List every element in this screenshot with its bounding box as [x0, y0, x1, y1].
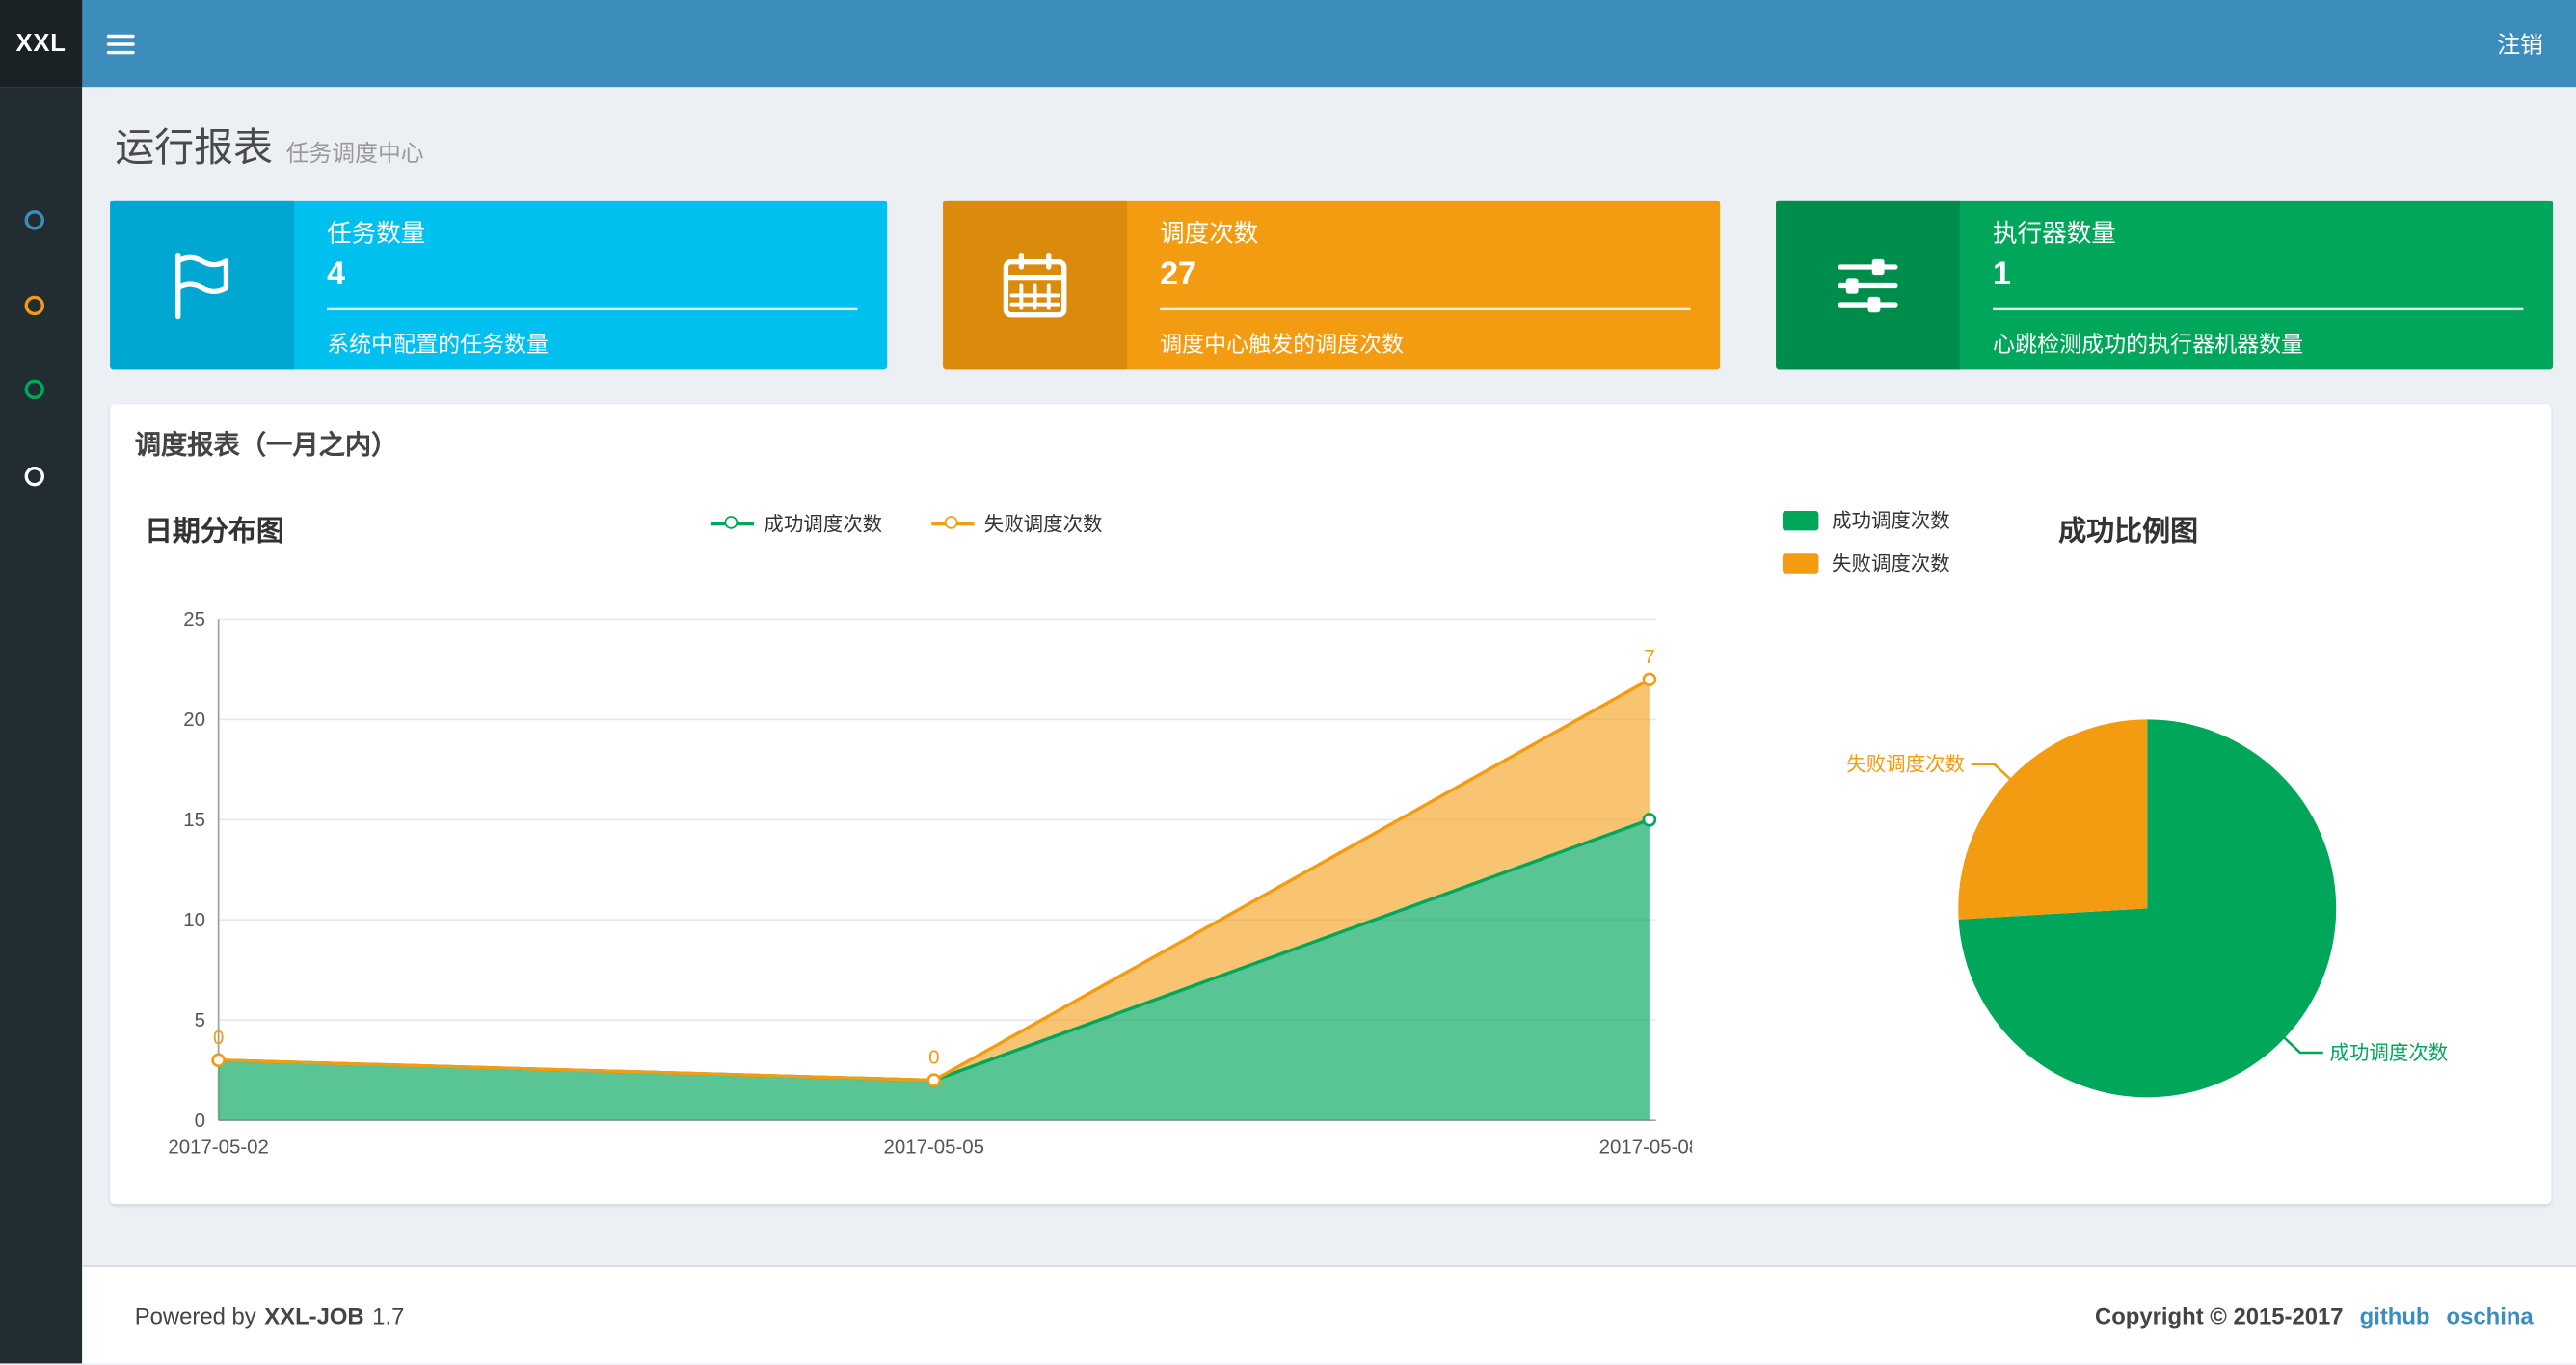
success-ratio-pie-chart: 成功调度次数 失败调度次数	[1846, 719, 2449, 1098]
info-box-description: 调度中心触发的调度次数	[1160, 332, 1405, 357]
legend-label: 失败调度次数	[983, 512, 1103, 536]
sidebar-menu-item-3-circle-icon[interactable]	[24, 379, 45, 400]
legend-item[interactable]: 失败调度次数	[931, 509, 1102, 537]
date-distribution-chart: 05101520252017-05-02 2017-05-05 2017-05-08…	[168, 608, 1693, 1158]
legend-label: 成功调度次数	[1832, 509, 1950, 533]
fail-point	[926, 1073, 942, 1087]
page-subtitle: 任务调度中心	[285, 139, 424, 167]
point-label: 0	[213, 1027, 224, 1049]
info-box-divider	[1160, 307, 1691, 311]
footer: Powered by XXL-JOB 1.7 Copyright © 2015-…	[82, 1265, 2576, 1365]
y-tick-label: 25	[183, 608, 205, 630]
info-box-value: 1	[1993, 255, 2012, 293]
pie-chart-title: 成功比例图	[2058, 516, 2199, 548]
line-chart-legend: 成功调度次数 失败调度次数	[711, 509, 1102, 537]
legend-line-marker-icon	[711, 514, 755, 533]
pie-slice-label: 失败调度次数	[1846, 754, 1965, 776]
point-label: 0	[928, 1047, 939, 1069]
legend-label: 成功调度次数	[764, 512, 883, 536]
sidebar-menu-item-4-circle-icon[interactable]	[24, 466, 45, 487]
footer-powered-by: Powered by XXL-JOB 1.7	[135, 1267, 405, 1365]
logout-button[interactable]: 注销	[2464, 0, 2576, 87]
hamburger-icon	[105, 33, 134, 38]
fail-point	[1642, 672, 1657, 687]
sliders-icon	[1776, 200, 1960, 370]
pie-label-line	[1971, 763, 2011, 780]
github-link[interactable]: github	[2360, 1302, 2430, 1328]
sidebar-menu-item-2-circle-icon[interactable]	[24, 294, 45, 315]
pie-label-line	[2283, 1036, 2323, 1055]
footer-copyright: Copyright © 2015-2017 github oschina	[2095, 1267, 2534, 1365]
x-tick-label: 2017-05-08	[1599, 1136, 1693, 1158]
success-point	[1642, 813, 1657, 827]
product-version: 1.7	[372, 1302, 405, 1329]
flag-icon	[110, 200, 295, 370]
info-box-executor-count: 执行器数量 1 心跳检测成功的执行器机器数量	[1776, 200, 2554, 370]
product-name: XXL-JOB	[264, 1302, 364, 1329]
info-box-divider	[1993, 307, 2524, 311]
info-box-description: 系统中配置的任务数量	[327, 332, 550, 357]
legend-item[interactable]: 成功调度次数	[711, 509, 882, 537]
legend-swatch-icon	[1782, 552, 1819, 573]
info-box-description: 心跳检测成功的执行器机器数量	[1993, 332, 2304, 357]
info-box-label: 调度次数	[1160, 220, 1259, 249]
info-box-trigger-count: 调度次数 27 调度中心触发的调度次数	[943, 200, 1721, 370]
info-box-label: 执行器数量	[1993, 220, 2116, 249]
legend-label: 失败调度次数	[1832, 551, 1950, 575]
sidebar-toggle-button[interactable]	[82, 0, 157, 87]
info-box-divider	[327, 307, 858, 311]
top-navbar: XXL 注销	[0, 0, 2576, 88]
y-tick-label: 0	[195, 1110, 205, 1132]
info-box-task-count: 任务数量 4 系统中配置的任务数量	[110, 200, 888, 370]
page-title-text: 运行报表	[115, 126, 273, 172]
powered-by-text: Powered by	[134, 1302, 256, 1329]
y-tick-label: 15	[183, 809, 205, 831]
legend-item[interactable]: 成功调度次数	[1782, 506, 1950, 534]
app-logo-text: XXL	[15, 29, 67, 58]
sidebar	[0, 87, 83, 1364]
panel-title: 调度报表（一月之内）	[134, 432, 398, 461]
y-tick-label: 10	[183, 909, 205, 931]
pie-slice	[1958, 719, 2148, 920]
calendar-icon	[943, 200, 1127, 370]
legend-line-marker-icon	[931, 514, 975, 533]
legend-item[interactable]: 失败调度次数	[1782, 549, 1950, 576]
copyright-text: Copyright © 2015-2017	[2094, 1302, 2344, 1329]
point-label: 7	[1644, 646, 1654, 668]
xxl-job-dashboard: XXL 注销 运行报表 任务调度中心 任务数量 4 系统中配置的任务数量 调度次…	[0, 0, 2576, 1365]
x-tick-label: 2017-05-02	[168, 1136, 269, 1158]
info-box-value: 4	[327, 255, 346, 293]
page-title: 运行报表 任务调度中心	[115, 115, 423, 173]
info-box-value: 27	[1160, 255, 1196, 293]
pie-slice-label: 成功调度次数	[2330, 1042, 2449, 1064]
y-tick-label: 20	[183, 709, 205, 731]
app-logo[interactable]: XXL	[0, 0, 83, 88]
legend-swatch-icon	[1782, 510, 1819, 530]
y-tick-label: 5	[195, 1009, 205, 1031]
oschina-link[interactable]: oschina	[2447, 1302, 2534, 1328]
sidebar-menu-item-1-circle-icon[interactable]	[24, 210, 45, 230]
pie-chart-legend: 成功调度次数 失败调度次数	[1782, 506, 1950, 592]
fail-point	[211, 1053, 226, 1068]
x-tick-label: 2017-05-05	[883, 1136, 984, 1158]
line-chart-title: 日期分布图	[144, 516, 284, 548]
info-box-label: 任务数量	[327, 220, 426, 249]
